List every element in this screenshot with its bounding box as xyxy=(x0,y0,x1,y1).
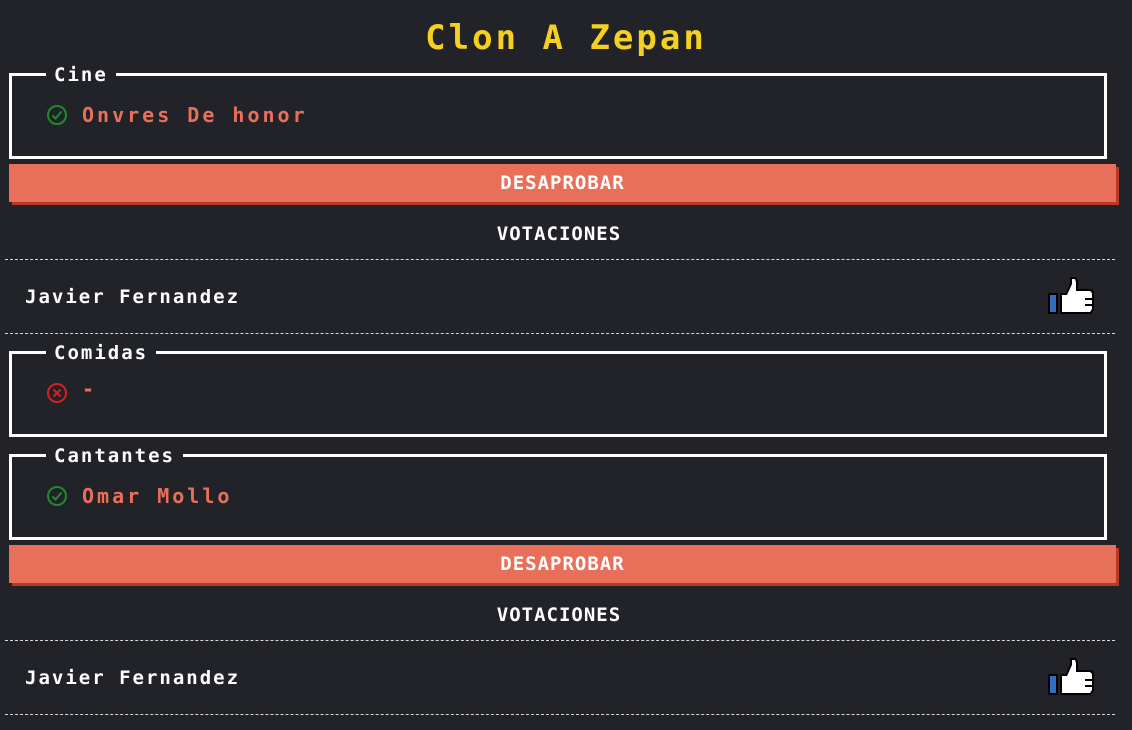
votes-heading: VOTACIONES xyxy=(496,223,622,245)
category-entry: Onvres De honor xyxy=(46,104,308,126)
check-circle-icon xyxy=(46,485,68,507)
thumbs-up-icon[interactable] xyxy=(1047,657,1095,697)
entry-text: Omar Mollo xyxy=(82,484,233,508)
category-cantantes: Cantantes Omar Mollo xyxy=(9,445,1107,540)
page: Clon A Zepan Cine Onvres De honor DESAPR… xyxy=(0,0,1132,730)
category-cine: Cine Onvres De honor xyxy=(9,64,1107,159)
voter-name: Javier Fernandez xyxy=(25,667,241,689)
category-comidas: Comidas - xyxy=(9,342,1107,437)
voter-name: Javier Fernandez xyxy=(25,286,241,308)
x-circle-icon xyxy=(46,382,68,404)
category-legend: Comidas xyxy=(46,342,157,364)
votes-heading: VOTACIONES xyxy=(496,604,622,626)
page-title: Clon A Zepan xyxy=(425,18,707,58)
disapprove-button[interactable]: DESAPROBAR xyxy=(9,164,1116,202)
vote-row: Javier Fernandez xyxy=(5,259,1115,334)
check-circle-icon xyxy=(46,104,68,126)
category-entry: - xyxy=(46,378,97,404)
entry-text: Onvres De honor xyxy=(82,103,308,127)
category-legend: Cantantes xyxy=(46,445,183,467)
entry-text: - xyxy=(82,377,98,401)
vote-row: Javier Fernandez xyxy=(5,640,1115,715)
disapprove-button[interactable]: DESAPROBAR xyxy=(9,545,1116,583)
category-entry: Omar Mollo xyxy=(46,485,232,507)
thumbs-up-icon[interactable] xyxy=(1047,276,1095,316)
category-legend: Cine xyxy=(46,64,116,86)
